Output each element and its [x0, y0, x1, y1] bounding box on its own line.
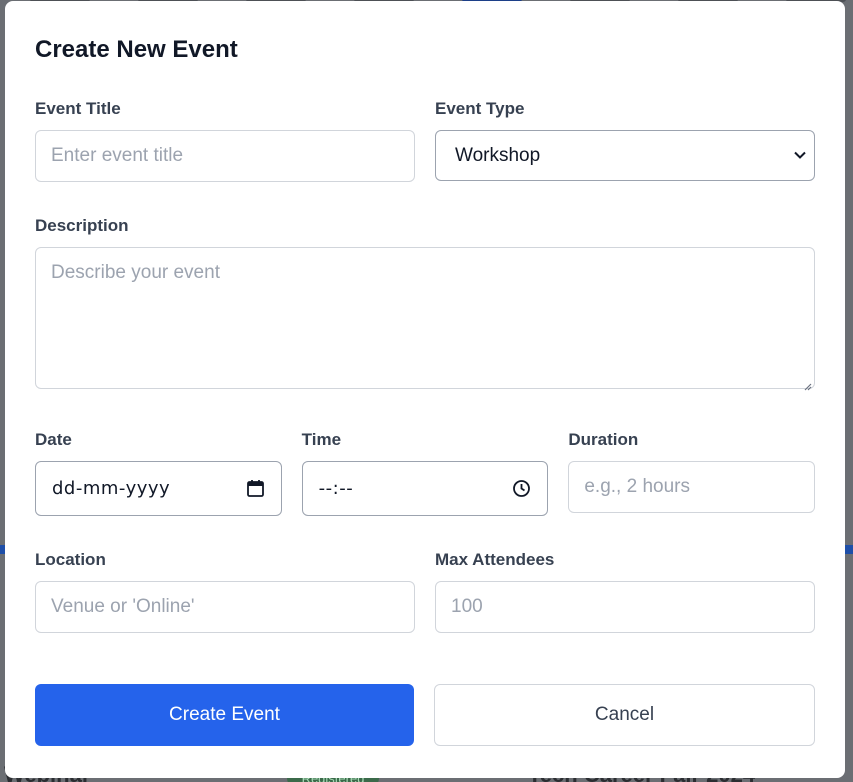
event-title-label: Event Title — [35, 99, 121, 118]
event-title-field: Event Title — [35, 98, 415, 182]
time-field: Time --:-- — [301, 429, 549, 516]
location-field: Location — [35, 549, 415, 633]
title-type-row: Event Title Event Type Workshop — [35, 98, 815, 182]
max-attendees-input[interactable] — [435, 581, 815, 633]
event-type-select[interactable]: Workshop — [435, 130, 815, 181]
modal-actions: Create Event Cancel — [35, 684, 815, 746]
event-type-selected-value: Workshop — [455, 144, 541, 166]
create-event-button[interactable]: Create Event — [35, 684, 414, 746]
max-attendees-field: Max Attendees — [435, 549, 815, 633]
chevron-down-icon — [794, 151, 806, 159]
calendar-icon[interactable] — [246, 479, 265, 498]
description-textarea[interactable] — [35, 247, 815, 389]
time-picker[interactable]: --:-- — [301, 461, 549, 516]
description-label: Description — [35, 216, 129, 235]
date-placeholder: dd-mm-yyyy — [52, 478, 171, 499]
description-row: Description — [35, 215, 815, 394]
cancel-button[interactable]: Cancel — [434, 684, 815, 746]
event-type-label: Event Type — [435, 99, 525, 118]
clock-icon[interactable] — [512, 479, 531, 498]
duration-input[interactable] — [568, 461, 816, 513]
create-event-modal: Create New Event Event Title Event Type … — [5, 1, 845, 778]
event-type-field: Event Type Workshop — [435, 98, 815, 182]
time-placeholder: --:-- — [318, 478, 354, 499]
date-field: Date dd-mm-yyyy — [35, 429, 282, 516]
date-time-duration-row: Date dd-mm-yyyy Time --:-- Duration e.g.… — [35, 429, 816, 516]
event-title-input[interactable] — [35, 130, 415, 182]
location-input[interactable] — [35, 581, 415, 633]
description-wrapper — [35, 247, 815, 394]
date-label: Date — [35, 430, 72, 449]
event-type-select-wrapper: Workshop — [435, 130, 815, 181]
description-field: Description — [35, 215, 815, 394]
duration-field: Duration — [568, 429, 816, 516]
duration-label: Duration — [568, 430, 639, 449]
location-label: Location — [35, 550, 106, 569]
location-attendees-row: Location Max Attendees — [35, 549, 815, 633]
modal-title: Create New Event — [35, 36, 238, 63]
time-label: Time — [301, 430, 342, 449]
max-attendees-label: Max Attendees — [435, 550, 555, 569]
resize-handle-icon[interactable] — [802, 381, 812, 391]
date-picker[interactable]: dd-mm-yyyy — [35, 461, 282, 516]
